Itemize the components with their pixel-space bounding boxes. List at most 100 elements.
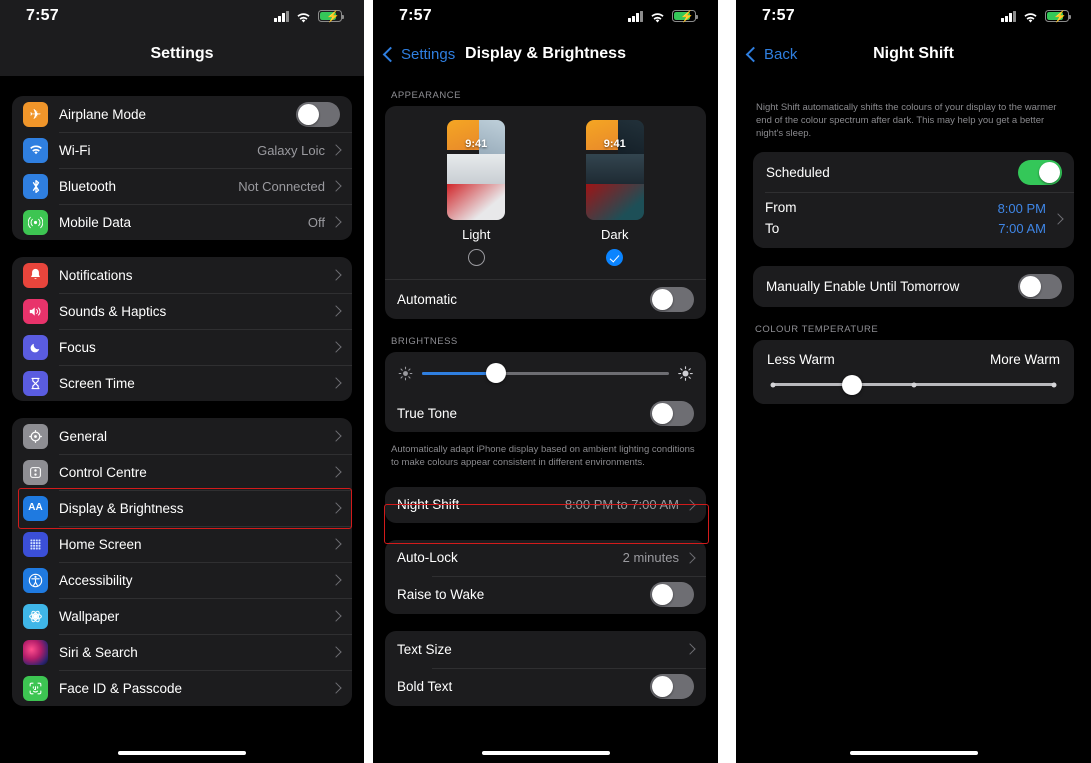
from-label: From	[765, 200, 797, 216]
true-tone-row[interactable]: True Tone	[385, 394, 706, 432]
colour-temperature-card: Less Warm More Warm	[753, 340, 1074, 405]
home-indicator	[481, 750, 610, 755]
mobile-data-icon	[23, 209, 48, 235]
text-group: Text Size Bold Text	[385, 630, 706, 706]
scheduled-label: Scheduled	[766, 164, 830, 180]
chevron-left-icon	[382, 46, 399, 62]
page-title: Night Shift	[873, 45, 954, 62]
settings-row-control-centre[interactable]: Control Centre	[12, 454, 352, 490]
night-shift-label: Night Shift	[397, 497, 460, 513]
settings-row-accessibility[interactable]: Accessibility	[12, 562, 352, 598]
dark-radio-selected[interactable]	[606, 249, 624, 266]
settings-row-mobile-data[interactable]: Mobile Data Off	[12, 204, 352, 240]
screen-time-icon	[23, 370, 48, 396]
light-preview-thumbnail: 9:41	[447, 120, 506, 220]
settings-row-screen-time[interactable]: Screen Time	[12, 365, 352, 401]
chevron-right-icon	[330, 216, 342, 228]
settings-row-wi-fi[interactable]: Wi-Fi Galaxy Loic	[12, 132, 352, 168]
night-shift-row[interactable]: Night Shift 8:00 PM to 7:00 AM	[385, 487, 706, 523]
chevron-right-icon	[330, 305, 342, 317]
settings-row-label: Home Screen	[59, 536, 142, 552]
wifi-icon	[23, 137, 48, 163]
colour-temperature-knob[interactable]	[841, 374, 862, 395]
brightness-slider-track[interactable]	[422, 363, 669, 383]
raise-to-wake-row[interactable]: Raise to Wake	[385, 575, 706, 614]
night-shift-content: Night Shift automatically shifts the col…	[736, 76, 1091, 405]
chevron-right-icon	[330, 144, 342, 156]
cellular-signal-icon	[274, 10, 289, 22]
settings-row-airplane-mode[interactable]: ✈ Airplane Mode	[12, 96, 352, 132]
settings-row-home-screen[interactable]: Home Screen	[12, 526, 352, 562]
settings-row-label: Display & Brightness	[59, 500, 184, 516]
settings-row-face-id-passcode[interactable]: Face ID & Passcode	[12, 670, 352, 706]
brightness-filled	[422, 371, 497, 375]
appearance-options: 9:41 Light 9:41 Dark	[385, 120, 706, 266]
light-radio[interactable]	[467, 249, 485, 266]
chevron-right-icon	[330, 430, 342, 442]
brightness-group: True Tone	[385, 352, 706, 432]
settings-row-notifications[interactable]: Notifications	[12, 257, 352, 293]
chevron-right-icon	[684, 498, 696, 511]
brightness-knob[interactable]	[486, 363, 507, 383]
auto-lock-row[interactable]: Auto-Lock 2 minutes	[385, 540, 706, 576]
appearance-option-light[interactable]: 9:41 Light	[416, 120, 536, 266]
cellular-signal-icon	[1001, 10, 1016, 22]
status-bar-indicators: ⚡	[274, 10, 345, 23]
manual-enable-row[interactable]: Manually Enable Until Tomorrow	[753, 266, 1074, 307]
settings-row-label: Airplane Mode	[59, 106, 147, 122]
automatic-row[interactable]: Automatic	[385, 279, 706, 319]
settings-row-bluetooth[interactable]: Bluetooth Not Connected	[12, 168, 352, 204]
settings-row-wallpaper[interactable]: Wallpaper	[12, 598, 352, 634]
settings-row-focus[interactable]: Focus	[12, 329, 352, 365]
nav-bar: Settings	[0, 32, 364, 76]
settings-row-toggle[interactable]	[296, 101, 340, 127]
manual-enable-toggle[interactable]	[1018, 274, 1062, 300]
manual-enable-label: Manually Enable Until Tomorrow	[766, 279, 960, 295]
settings-row-display-brightness[interactable]: AA Display & Brightness	[12, 490, 352, 526]
automatic-toggle[interactable]	[650, 287, 694, 312]
schedule-group: Scheduled From To 8:00 PM 7:00 AM	[753, 152, 1074, 249]
back-button[interactable]: Back	[745, 32, 797, 76]
chevron-right-icon	[330, 180, 342, 192]
true-tone-toggle[interactable]	[650, 400, 694, 426]
battery-charging-icon: ⚡	[672, 10, 699, 23]
back-button[interactable]: Settings	[382, 32, 456, 76]
bold-text-toggle[interactable]	[650, 674, 694, 700]
settings-row-label: Screen Time	[59, 375, 135, 391]
bold-text-row[interactable]: Bold Text	[385, 667, 706, 706]
brightness-slider-row[interactable]	[385, 352, 706, 394]
settings-row-siri-search[interactable]: Siri & Search	[12, 634, 352, 670]
scheduled-row[interactable]: Scheduled	[753, 152, 1074, 192]
settings-row-general[interactable]: General	[12, 418, 352, 454]
ct-tick-end	[1051, 382, 1057, 388]
auto-lock-value: 2 minutes	[622, 550, 679, 566]
text-size-label: Text Size	[397, 641, 452, 657]
auto-lock-label: Auto-Lock	[397, 550, 458, 566]
settings-row-value: Not Connected	[238, 178, 325, 194]
night-shift-description: Night Shift automatically shifts the col…	[756, 102, 1057, 139]
appearance-option-dark[interactable]: 9:41 Dark	[555, 120, 675, 266]
settings-row-sounds-haptics[interactable]: Sounds & Haptics	[12, 293, 352, 329]
settings-row-label: Wallpaper	[59, 608, 120, 624]
colour-temperature-labels: Less Warm More Warm	[767, 352, 1060, 367]
raise-to-wake-toggle[interactable]	[650, 582, 694, 608]
three-phone-screenshot: 7:57 ⚡ Settings ✈ Airplane Mode Wi-Fi Galax…	[0, 0, 1091, 763]
gear-icon	[23, 423, 48, 449]
phone-screen-night-shift: 7:57 ⚡ Back Night Shift Night Shift auto…	[736, 0, 1091, 763]
chevron-right-icon	[330, 466, 342, 478]
text-size-row[interactable]: Text Size	[385, 631, 706, 668]
page-title: Settings	[150, 45, 214, 62]
scheduled-toggle[interactable]	[1018, 159, 1062, 185]
status-bar: 7:57 ⚡	[0, 0, 364, 32]
wifi-icon	[296, 11, 311, 22]
home-indicator	[118, 750, 246, 755]
night-shift-value: 8:00 PM to 7:00 AM	[564, 497, 679, 513]
wifi-icon	[1023, 11, 1038, 22]
nav-bar: Back Night Shift	[736, 32, 1091, 76]
back-button-label: Settings	[401, 45, 456, 63]
light-label: Light	[462, 227, 491, 242]
dark-preview-thumbnail: 9:41	[585, 120, 644, 220]
colour-temperature-slider-track[interactable]	[770, 374, 1057, 395]
from-to-row[interactable]: From To 8:00 PM 7:00 AM	[753, 192, 1074, 248]
focus-icon	[23, 334, 48, 360]
